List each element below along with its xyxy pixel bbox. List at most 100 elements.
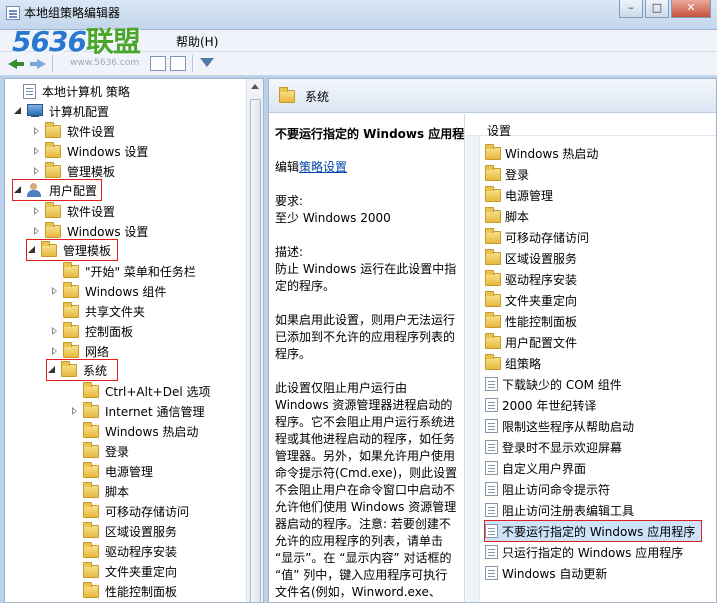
settings-folder-item[interactable]: 脚本 — [485, 206, 529, 226]
tree-item-sys-locale[interactable]: 区域设置服务 — [69, 521, 177, 541]
collapse-arrow-icon[interactable] — [27, 245, 37, 255]
requirements-value: 至少 Windows 2000 — [275, 211, 391, 225]
settings-policy-item[interactable]: 不要运行指定的 Windows 应用程序 — [483, 520, 703, 542]
tree-item-shared-folders[interactable]: 共享文件夹 — [49, 301, 145, 321]
settings-item-label: 下载缺少的 COM 组件 — [502, 377, 622, 392]
tree-item-root[interactable]: 本地计算机 策略 — [9, 81, 130, 101]
settings-policy-item[interactable]: 下载缺少的 COM 组件 — [485, 374, 622, 394]
computer-icon — [27, 104, 43, 118]
list-gutter — [466, 136, 480, 602]
tree-item-win-components[interactable]: Windows 组件 — [49, 281, 166, 301]
policy-setting-icon — [485, 566, 498, 580]
policy-setting-icon — [485, 482, 498, 496]
settings-folder-item[interactable]: 组策略 — [485, 353, 541, 373]
tree-item-computer-config[interactable]: 计算机配置 — [13, 101, 109, 121]
folder-icon — [485, 353, 501, 370]
tree-label: 文件夹重定向 — [105, 564, 178, 579]
tree-item-sys-redirect[interactable]: 文件夹重定向 — [69, 561, 177, 581]
collapse-arrow-icon[interactable] — [13, 185, 23, 195]
settings-folder-item[interactable]: 区域设置服务 — [485, 248, 577, 268]
tree-label: 计算机配置 — [49, 104, 110, 119]
description-paragraph: 如果启用此设置，则用户无法运行已添加到不允许的应用程序列表的程序。 — [275, 313, 456, 361]
tree-label: 本地计算机 策略 — [42, 84, 130, 99]
tree-label: Windows 热启动 — [105, 424, 199, 439]
tree-item-sys-cad[interactable]: Ctrl+Alt+Del 选项 — [69, 381, 210, 401]
tree-item-sys-scripts[interactable]: 脚本 — [69, 481, 129, 501]
tree-item-user-config[interactable]: 用户配置 — [11, 179, 103, 201]
tree-item-system[interactable]: 系统 — [45, 359, 119, 381]
properties-icon[interactable] — [170, 56, 186, 71]
folder-icon — [485, 227, 501, 244]
expand-arrow-icon[interactable] — [31, 166, 41, 176]
tree-item-uc-software[interactable]: 软件设置 — [31, 201, 115, 221]
expand-arrow-icon[interactable] — [31, 126, 41, 136]
tree-item-start-menu[interactable]: "开始" 菜单和任务栏 — [49, 261, 196, 281]
settings-policy-item[interactable]: 限制这些程序从帮助启动 — [485, 416, 634, 436]
settings-policy-item[interactable]: 阻止访问命令提示符 — [485, 479, 610, 499]
tree-item-sys-logon[interactable]: 登录 — [69, 441, 129, 461]
collapse-arrow-icon[interactable] — [47, 365, 57, 375]
tree-item-sys-power[interactable]: 电源管理 — [69, 461, 153, 481]
expand-arrow-icon[interactable] — [31, 206, 41, 216]
settings-item-label: 可移动存储访问 — [505, 230, 590, 245]
folder-icon — [83, 401, 99, 418]
tree-scrollbar[interactable] — [246, 79, 263, 602]
settings-folder-item[interactable]: 性能控制面板 — [485, 311, 577, 331]
tree-item-cc-windows[interactable]: Windows 设置 — [31, 141, 148, 161]
tree-item-cc-software[interactable]: 软件设置 — [31, 121, 115, 141]
folder-icon — [83, 541, 99, 558]
minimize-button[interactable]: – — [619, 0, 643, 18]
settings-folder-item[interactable]: 电源管理 — [485, 185, 553, 205]
filter-icon[interactable] — [200, 58, 214, 67]
edit-policy-link[interactable]: 策略设置 — [299, 160, 347, 174]
tree-item-control-panel[interactable]: 控制面板 — [49, 321, 133, 341]
tree-label: 管理模板 — [67, 164, 116, 179]
settings-policy-item[interactable]: 只运行指定的 Windows 应用程序 — [485, 542, 683, 562]
tree-item-uc-windows[interactable]: Windows 设置 — [31, 221, 148, 241]
settings-folder-item[interactable]: 驱动程序安装 — [485, 269, 577, 289]
tree-item-sys-internet[interactable]: Internet 通信管理 — [69, 401, 204, 421]
show-hide-tree-icon[interactable] — [150, 56, 166, 71]
settings-column-header[interactable]: 设置 — [466, 114, 716, 138]
expand-arrow-icon[interactable] — [49, 346, 59, 356]
tree-item-uc-admin[interactable]: 管理模板 — [25, 239, 119, 261]
tree-item-sys-removable[interactable]: 可移动存储访问 — [69, 501, 189, 521]
settings-folder-item[interactable]: 文件夹重定向 — [485, 290, 577, 310]
policy-setting-icon — [485, 545, 498, 559]
policy-setting-icon — [485, 398, 498, 412]
expand-arrow-icon[interactable] — [31, 226, 41, 236]
close-button[interactable]: ✕ — [671, 0, 711, 18]
tree-item-sys-driver[interactable]: 驱动程序安装 — [69, 541, 177, 561]
tree-item-network[interactable]: 网络 — [49, 341, 109, 361]
settings-folder-item[interactable]: Windows 热启动 — [485, 143, 598, 163]
folder-icon — [41, 240, 57, 257]
settings-policy-item[interactable]: 登录时不显示欢迎屏幕 — [485, 437, 622, 457]
folder-icon — [83, 501, 99, 518]
tree-item-sys-perf[interactable]: 性能控制面板 — [69, 581, 177, 601]
settings-folder-item[interactable]: 可移动存储访问 — [485, 227, 589, 247]
scroll-up-icon[interactable] — [251, 84, 259, 89]
tree-pane: 本地计算机 策略 计算机配置 软件设置 Windows 设置 管理模板 用户配置… — [4, 78, 264, 603]
tree-item-sys-win-hotstart[interactable]: Windows 热启动 — [69, 421, 198, 441]
settings-item-label: 性能控制面板 — [505, 314, 578, 329]
settings-policy-item[interactable]: Windows 自动更新 — [485, 563, 607, 583]
settings-folder-item[interactable]: 登录 — [485, 164, 529, 184]
menu-help[interactable]: 帮助(H) — [176, 33, 218, 50]
expand-arrow-icon[interactable] — [69, 406, 79, 416]
settings-policy-item[interactable]: 2000 年世纪转译 — [485, 395, 596, 415]
settings-item-label: 驱动程序安装 — [505, 272, 578, 287]
settings-folder-item[interactable]: 用户配置文件 — [485, 332, 577, 352]
scrollbar-thumb[interactable] — [250, 99, 261, 602]
expand-arrow-icon[interactable] — [49, 286, 59, 296]
tree-label: Windows 设置 — [67, 144, 149, 159]
toolbar-separator — [192, 55, 193, 72]
expand-arrow-icon[interactable] — [49, 326, 59, 336]
settings-policy-item[interactable]: 自定义用户界面 — [485, 458, 586, 478]
tree-item-cc-admin[interactable]: 管理模板 — [31, 161, 115, 181]
maximize-button[interactable]: □ — [645, 0, 669, 18]
expand-arrow-icon[interactable] — [31, 146, 41, 156]
folder-icon — [485, 164, 501, 181]
collapse-arrow-icon[interactable] — [13, 106, 23, 116]
settings-policy-item[interactable]: 阻止访问注册表编辑工具 — [485, 500, 634, 520]
requirements-label: 要求: — [275, 194, 304, 208]
